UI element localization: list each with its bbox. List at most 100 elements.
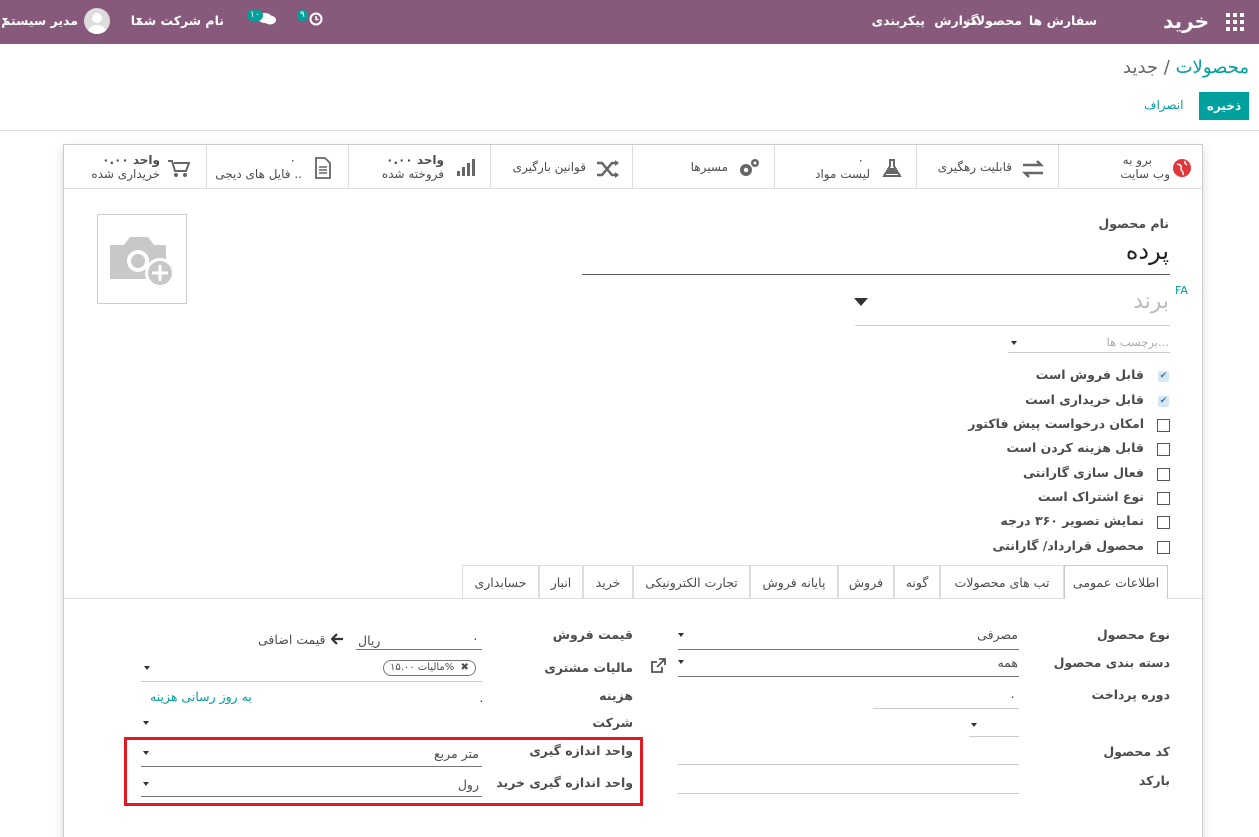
breadcrumb-separator: / (1163, 57, 1170, 78)
user-menu[interactable]: مدیر سیستم (1, 13, 78, 28)
reference-input[interactable] (678, 764, 1019, 765)
putaway-button[interactable]: قوانین بارگیری (490, 145, 632, 189)
category-label: دسته بندی محصول (1053, 655, 1170, 670)
breadcrumb-current: جدید (1123, 57, 1159, 78)
bom-button[interactable]: ۰ لیست مواد (774, 145, 916, 189)
sale-price-input[interactable]: ۰ (472, 631, 479, 646)
camera-plus-icon (108, 231, 178, 295)
sold-button[interactable]: ۰.۰۰ واحد فروخته شده (348, 145, 490, 189)
tags-input[interactable]: برچسب ها... (1107, 335, 1169, 349)
website-button[interactable]: برو به وب سایت (1058, 145, 1204, 189)
brand-select[interactable]: برند (1133, 289, 1169, 314)
tax-tag: مالیات ۱۵.۰۰% ✖ (383, 660, 476, 676)
uom-select[interactable]: متر مربع (434, 746, 479, 761)
company-caret-icon-field (143, 721, 149, 725)
checkbox-label: قابل فروش است (1035, 367, 1144, 382)
discard-button[interactable]: انصراف (1144, 98, 1183, 112)
messages-badge: ۱۰ (247, 10, 263, 21)
tab-accounting[interactable]: حسابداری (462, 565, 539, 598)
company-caret-icon (136, 18, 142, 22)
menu-reporting[interactable]: گزارش (934, 13, 978, 28)
tab-variants[interactable]: گونه (894, 565, 940, 598)
category-select[interactable]: همه (997, 655, 1018, 670)
company-label: شرکت (592, 715, 633, 730)
checkbox-unchecked[interactable] (1157, 443, 1170, 456)
digital-files-button[interactable]: ۰ فایل های دیجی .. (206, 145, 348, 189)
cogs-icon (737, 157, 761, 184)
tax-tag-remove-icon[interactable]: ✖ (460, 662, 468, 673)
flask-icon (882, 158, 902, 183)
tab-inventory[interactable]: انبار (539, 565, 583, 598)
globe-icon (1172, 158, 1192, 183)
user-caret-icon (2, 18, 8, 22)
tab-purchase[interactable]: خرید (583, 565, 633, 598)
category-underline (678, 676, 1019, 677)
tags-underline (1008, 352, 1170, 353)
checkbox-label: امکان درخواست پیش فاکتور (968, 416, 1144, 431)
checkbox-label: نمایش تصویر ۳۶۰ درجه (1000, 513, 1144, 528)
checkbox-checked[interactable]: ✔ (1158, 371, 1169, 382)
product-type-select[interactable]: مصرفی (977, 627, 1018, 642)
activity-icon[interactable] (309, 12, 323, 30)
barcode-input[interactable] (678, 793, 1019, 794)
uom-label: واحد اندازه گیری (529, 743, 633, 758)
checkbox-checked[interactable]: ✔ (1158, 396, 1169, 407)
lang-button[interactable]: FA (1175, 284, 1188, 297)
company-switcher[interactable]: نام شرکت شما (131, 13, 224, 28)
menu-configuration[interactable]: پیکربندی (872, 13, 925, 28)
sold-label: فروخته شده (381, 167, 444, 181)
top-navbar: خرید سفارش ها محصولات گزارش پیکربندی ۹ ۱… (0, 0, 1259, 44)
routes-button[interactable]: مسیرها (632, 145, 774, 189)
payment-term-input[interactable]: ۰ (1009, 689, 1016, 704)
traceability-button[interactable]: قابلیت رهگیری (916, 145, 1058, 189)
product-image-upload[interactable] (97, 214, 187, 304)
product-name-label: نام محصول (1098, 216, 1169, 231)
product-name-input[interactable]: پرده (1126, 237, 1169, 265)
barcode-label: بارکد (1138, 773, 1170, 788)
bom-count: ۰ (857, 153, 864, 167)
breadcrumb-parent[interactable]: محصولات (1176, 57, 1249, 78)
website-label-2: وب سایت (1120, 167, 1170, 181)
file-icon (314, 157, 332, 184)
product-type-label: نوع محصول (1096, 627, 1170, 642)
tab-general-info[interactable]: اطلاعات عمومی (1064, 565, 1168, 599)
tags-caret-icon (1011, 341, 1017, 345)
product-name-underline (582, 274, 1170, 275)
tab-product-tabs[interactable]: تب های محصولات (940, 565, 1064, 598)
customer-tax-caret-icon (144, 666, 150, 670)
checkbox-label: نوع اشتراک است (1037, 489, 1144, 504)
checkbox-label: محصول قرارداد/ گارانتی (992, 538, 1144, 553)
purchase-uom-label: واحد اندازه گیری خرید (496, 775, 633, 790)
files-count: ۰ (289, 153, 296, 167)
update-cost-link[interactable]: به روز رسانی هزینه (150, 689, 252, 704)
payment-term-unit-underline (969, 736, 1019, 737)
checkbox-unchecked[interactable] (1157, 492, 1170, 505)
uom-underline (141, 766, 482, 767)
checkbox-unchecked[interactable] (1157, 468, 1170, 481)
checkbox-unchecked[interactable] (1157, 516, 1170, 529)
customer-tax-underline (141, 681, 482, 682)
checkbox-label: فعال سازی گارانتی (1022, 465, 1144, 480)
tab-ecommerce[interactable]: تجارت الکترونیکی (633, 565, 750, 598)
save-button[interactable]: ذخیره (1199, 92, 1249, 120)
user-avatar[interactable] (84, 8, 110, 34)
files-label: فایل های دیجی .. (215, 167, 302, 181)
tab-sales[interactable]: فروش (838, 565, 894, 598)
menu-purchase-orders[interactable]: سفارش ها (1029, 13, 1097, 28)
sold-qty: ۰.۰۰ واحد (386, 153, 444, 167)
checkbox-unchecked[interactable] (1157, 541, 1170, 554)
payment-term-label: دوره پرداخت (1091, 687, 1170, 702)
tab-pos[interactable]: پایانه فروش (750, 565, 838, 598)
purchase-uom-select[interactable]: رول (458, 777, 479, 792)
checkbox-unchecked[interactable] (1157, 419, 1170, 432)
product-type-caret-icon (678, 633, 684, 637)
purchased-button[interactable]: ۰.۰۰ واحد خریداری شده (64, 145, 206, 189)
putaway-label: قوانین بارگیری (512, 160, 586, 174)
extra-price-link[interactable]: قیمت اضافی (258, 632, 326, 647)
external-link-icon[interactable] (650, 658, 666, 678)
breadcrumb: محصولات / جدید (1123, 57, 1249, 78)
cost-input[interactable]: ۰ (478, 693, 485, 708)
purchased-qty: ۰.۰۰ واحد (102, 153, 160, 167)
apps-menu-icon[interactable] (1226, 13, 1244, 31)
exchange-icon (1021, 159, 1045, 183)
